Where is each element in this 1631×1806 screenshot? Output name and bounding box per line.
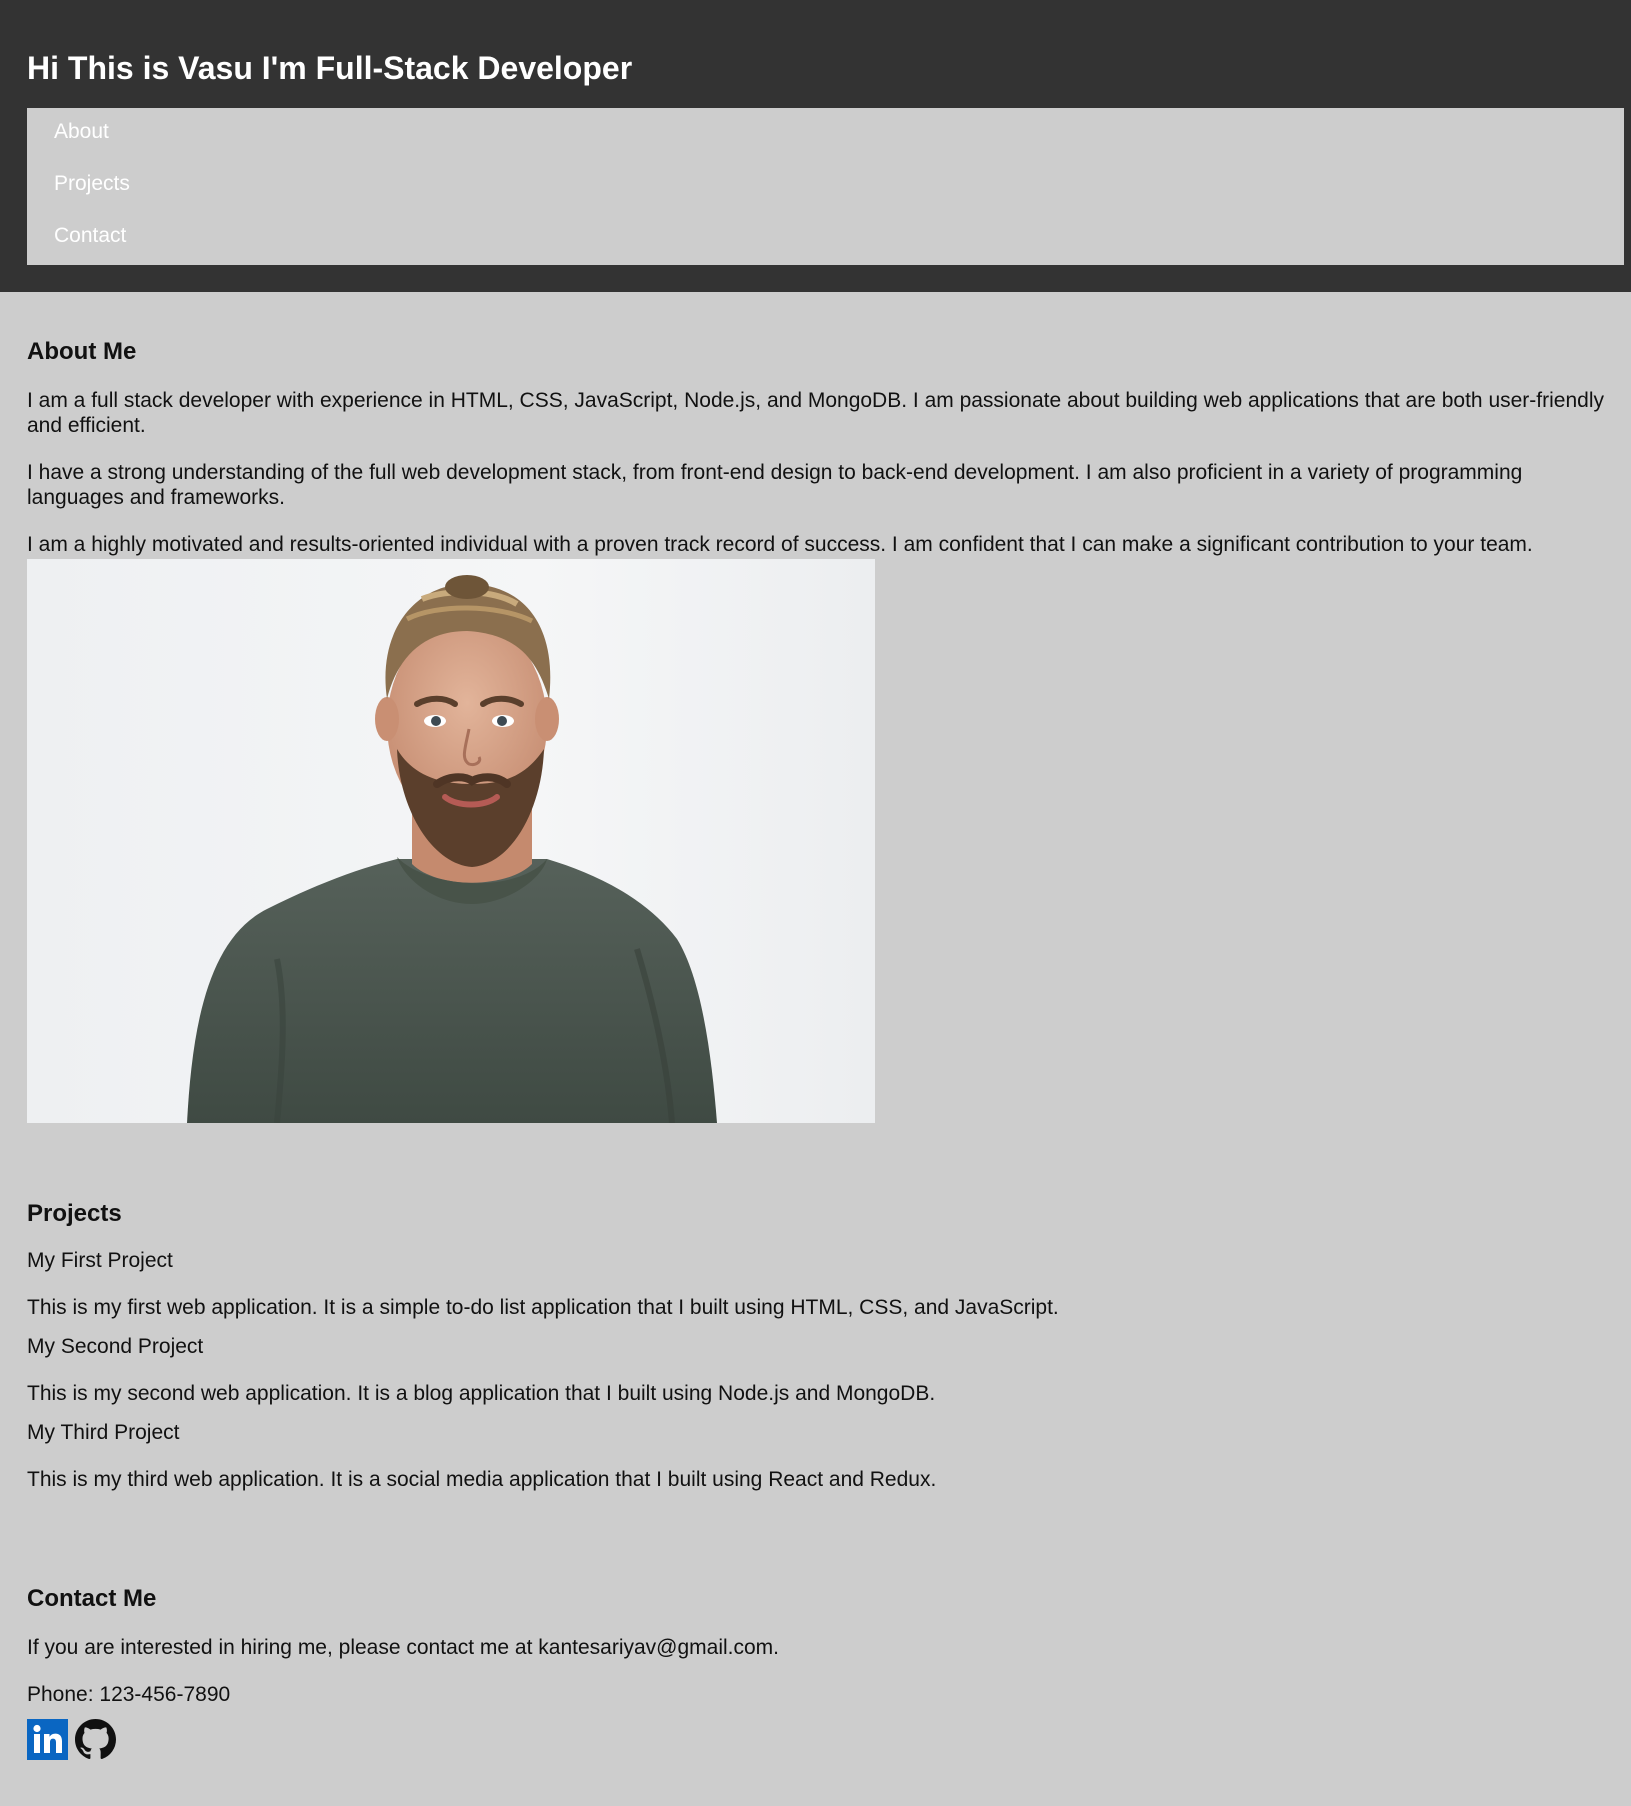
github-link[interactable]	[75, 1719, 116, 1760]
nav-link-contact[interactable]: Contact	[54, 224, 1624, 276]
projects-section: Projects My First Project This is my fir…	[27, 1123, 1604, 1492]
about-section: About Me I am a full stack developer wit…	[27, 292, 1604, 1123]
project-title: My Second Project	[27, 1335, 204, 1358]
site-header: Hi This is Vasu I'm Full-Stack Developer…	[0, 0, 1631, 292]
about-paragraph: I am a highly motivated and results-orie…	[27, 533, 1533, 556]
site-title: Hi This is Vasu I'm Full-Stack Developer	[27, 50, 633, 86]
projects-heading: Projects	[27, 1200, 122, 1227]
about-paragraph: I have a strong understanding of the ful…	[27, 461, 1523, 509]
main-nav: About Projects Contact	[27, 108, 1624, 265]
project-item: My Third Project This is my third web ap…	[27, 1420, 1604, 1492]
project-description: This is my second web application. It is…	[27, 1382, 936, 1405]
about-paragraph: I am a full stack developer with experie…	[27, 389, 1604, 437]
contact-section: Contact Me If you are interested in hiri…	[27, 1506, 1604, 1760]
nav-link-projects[interactable]: Projects	[54, 172, 1624, 224]
project-item: My First Project This is my first web ap…	[27, 1248, 1604, 1320]
project-item: My Second Project This is my second web …	[27, 1334, 1604, 1406]
main-content: About Me I am a full stack developer wit…	[0, 292, 1631, 1760]
linkedin-icon	[27, 1719, 68, 1760]
social-links	[27, 1719, 1604, 1760]
project-title: My First Project	[27, 1249, 173, 1272]
project-description: This is my first web application. It is …	[27, 1296, 1059, 1319]
contact-heading: Contact Me	[27, 1585, 157, 1612]
profile-photo	[27, 559, 875, 1123]
github-icon	[75, 1719, 116, 1759]
contact-email-text: If you are interested in hiring me, plea…	[27, 1636, 780, 1659]
about-heading: About Me	[27, 338, 137, 365]
project-description: This is my third web application. It is …	[27, 1468, 937, 1491]
contact-phone-text: Phone: 123-456-7890	[27, 1683, 231, 1706]
project-title: My Third Project	[27, 1421, 180, 1444]
linkedin-link[interactable]	[27, 1719, 68, 1760]
nav-link-about[interactable]: About	[54, 120, 1624, 172]
